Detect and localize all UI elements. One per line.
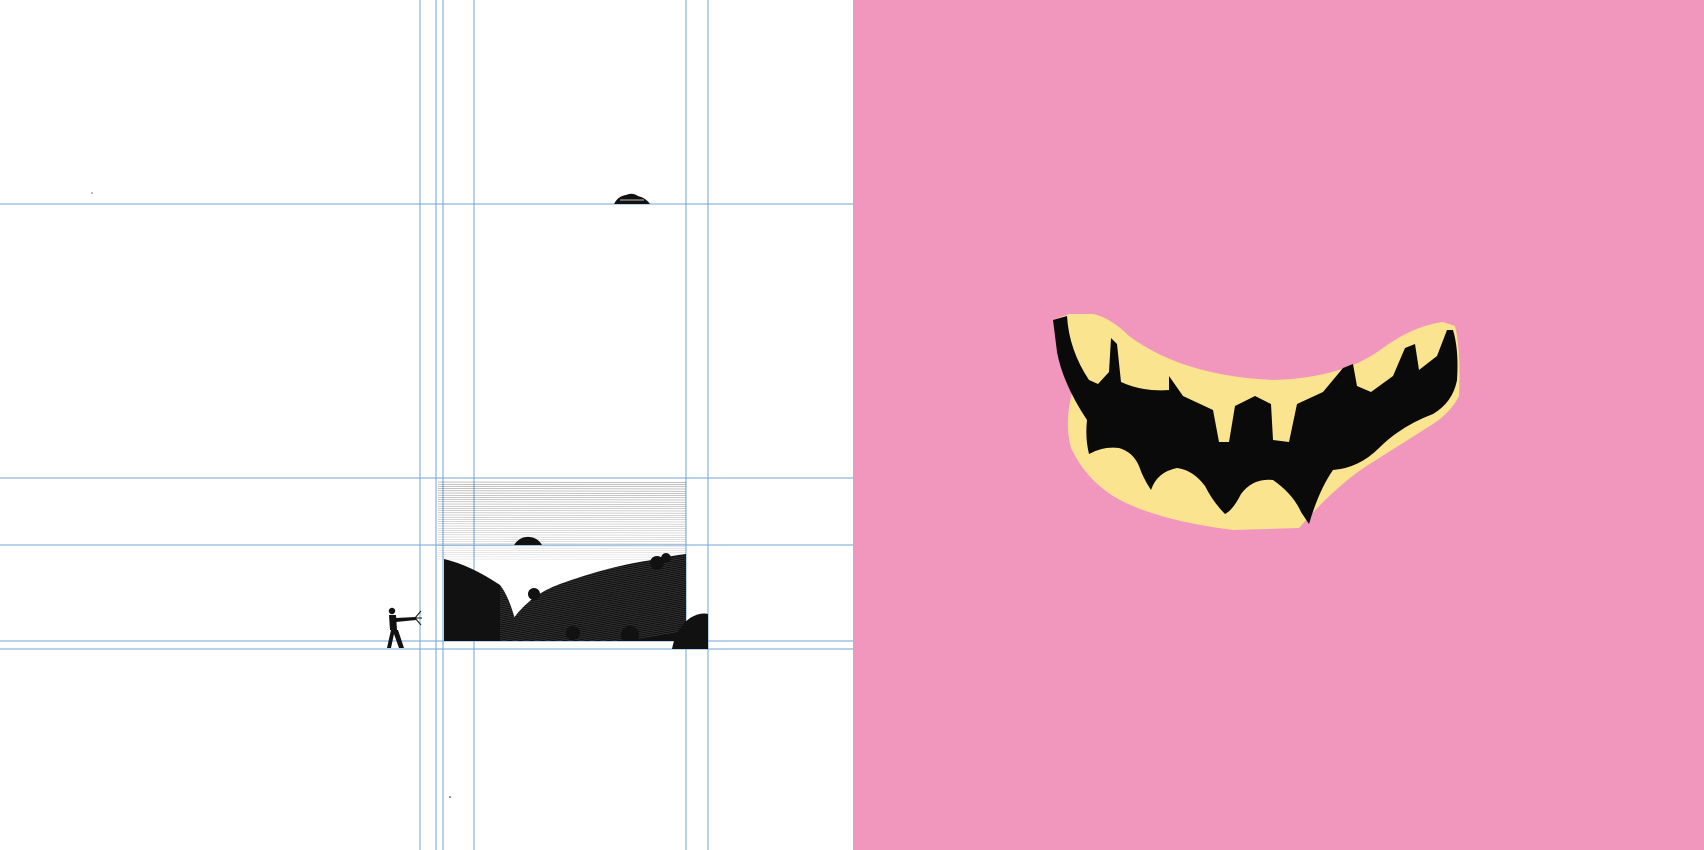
person-pulling-rope xyxy=(387,607,422,648)
shrub-drawing xyxy=(661,553,671,563)
island-drawing xyxy=(514,536,542,545)
right-page xyxy=(853,0,1704,850)
layout-guides xyxy=(0,0,853,850)
landscape-illustration xyxy=(438,481,708,649)
left-page-canvas xyxy=(0,0,853,850)
right-page-canvas xyxy=(853,0,1704,850)
ink-speck xyxy=(91,192,93,194)
book-spread xyxy=(0,0,1704,850)
shrub-drawing xyxy=(566,626,580,640)
shrub-drawing xyxy=(528,588,540,600)
sea-hatching xyxy=(438,481,686,560)
left-page xyxy=(0,0,853,850)
ink-speck xyxy=(449,796,451,798)
rock-drawing xyxy=(614,193,650,204)
